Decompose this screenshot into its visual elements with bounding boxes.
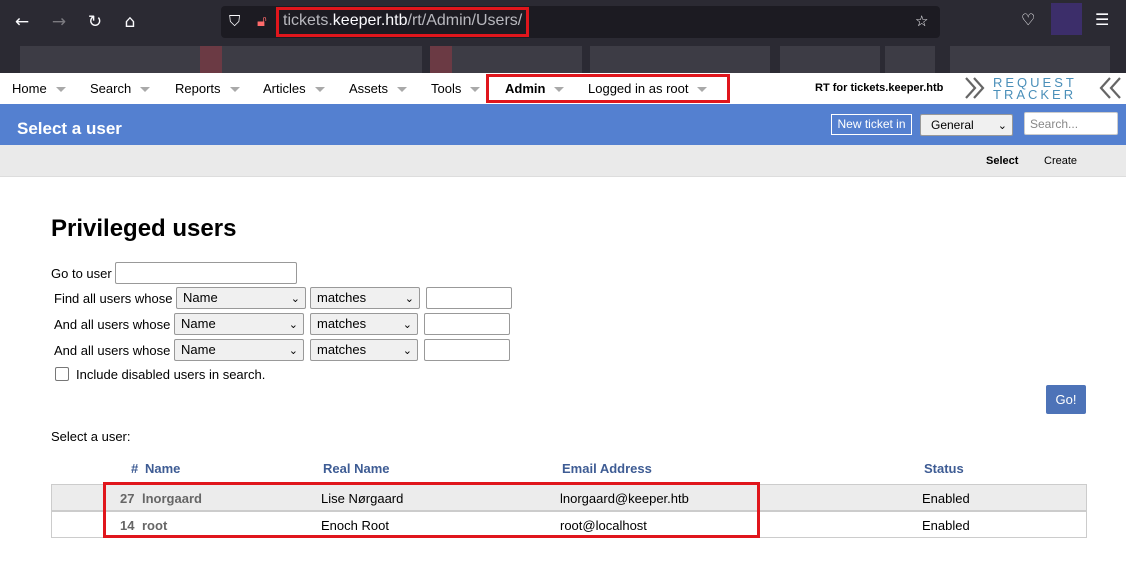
request-tracker-logo[interactable]: REQUEST TRACKER	[964, 75, 1124, 101]
menu-assets[interactable]: Assets	[349, 81, 408, 96]
filter-label: Find all users whose	[54, 291, 173, 306]
go-button[interactable]: Go!	[1046, 385, 1086, 414]
pocket-icon[interactable]: ♡	[1021, 10, 1035, 29]
bookmark-item[interactable]	[950, 46, 1110, 73]
reload-icon[interactable]: ↻	[83, 10, 107, 34]
menu-reports[interactable]: Reports	[175, 81, 240, 96]
bookmark-item[interactable]	[780, 46, 880, 73]
url-bar[interactable]: ⛉ 🔓︎ tickets.keeper.htb/rt/Admin/Users/ …	[221, 6, 940, 38]
go-to-user-input[interactable]	[115, 262, 297, 284]
admin-highlight-box	[486, 74, 730, 103]
tab-select[interactable]: Select	[986, 155, 1018, 167]
menu-search[interactable]: Search	[90, 81, 151, 96]
filter-op-select[interactable]: matches ⌄	[310, 339, 418, 361]
chevron-down-icon: ⌄	[290, 292, 300, 305]
bookmark-item[interactable]	[222, 46, 422, 73]
page-header: Select a user New ticket in General ⌄ Sea…	[0, 104, 1126, 145]
main-title: Privileged users	[51, 215, 237, 242]
url-text[interactable]: tickets.keeper.htb/rt/Admin/Users/	[283, 12, 522, 30]
caret-down-icon	[229, 87, 240, 93]
menu-articles[interactable]: Articles	[263, 81, 325, 96]
go-to-user-label: Go to user	[51, 266, 112, 281]
bookmark-item[interactable]	[452, 46, 582, 73]
chevron-down-icon: ⌄	[997, 119, 1007, 132]
filter-value-input[interactable]	[424, 313, 510, 335]
caret-down-icon	[470, 87, 481, 93]
filter-field-select[interactable]: Name ⌄	[174, 339, 304, 361]
menu-home[interactable]: Home	[12, 81, 66, 96]
rt-top-menu: Home Search Reports Articles Assets Tool…	[0, 73, 1126, 104]
chevron-down-icon: ⌄	[404, 292, 414, 305]
column-header-name[interactable]: Name	[145, 461, 180, 476]
caret-down-icon	[55, 87, 66, 93]
bookmark-item[interactable]	[885, 46, 935, 73]
column-header-status[interactable]: Status	[924, 461, 964, 476]
menu-tools[interactable]: Tools	[431, 81, 481, 96]
include-disabled-label: Include disabled users in search.	[76, 367, 266, 382]
bookmark-item[interactable]	[200, 46, 222, 73]
page-title: Select a user	[17, 119, 122, 138]
bookmark-item[interactable]	[20, 46, 200, 73]
page-subnav: Select Create	[0, 145, 1126, 177]
chevron-down-icon: ⌄	[402, 318, 412, 331]
bookmarks-bar	[0, 44, 1126, 73]
filter-value-input[interactable]	[426, 287, 512, 309]
caret-down-icon	[140, 87, 151, 93]
home-icon[interactable]: ⌂	[118, 10, 142, 34]
insecure-lock-icon[interactable]: 🔓︎	[257, 12, 267, 30]
user-status: Enabled	[922, 518, 970, 533]
bookmark-item[interactable]	[430, 46, 452, 73]
hamburger-menu-icon[interactable]: ☰	[1095, 10, 1109, 29]
filter-op-select[interactable]: matches ⌄	[310, 287, 420, 309]
shield-icon[interactable]: ⛉	[229, 12, 240, 30]
caret-down-icon	[314, 87, 325, 93]
chevron-down-icon: ⌄	[288, 318, 298, 331]
column-header-real-name[interactable]: Real Name	[323, 461, 389, 476]
bookmark-item[interactable]	[590, 46, 770, 73]
forward-arrow-icon[interactable]: →	[47, 10, 71, 34]
select-user-label: Select a user:	[51, 429, 131, 444]
filter-field-select[interactable]: Name ⌄	[174, 313, 304, 335]
chevron-down-icon: ⌄	[288, 344, 298, 357]
filter-label: And all users whose	[54, 317, 171, 332]
logo-word-tracker: TRACKER	[993, 87, 1077, 102]
user-status: Enabled	[922, 491, 970, 506]
include-disabled-checkbox[interactable]	[55, 367, 69, 381]
rt-instance-label: RT for tickets.keeper.htb	[815, 82, 944, 94]
filter-label: And all users whose	[54, 343, 171, 358]
profile-avatar[interactable]	[1051, 3, 1082, 35]
filter-value-input[interactable]	[424, 339, 510, 361]
queue-select[interactable]: General ⌄	[920, 114, 1013, 136]
column-header-id[interactable]: #	[131, 461, 138, 476]
new-ticket-button[interactable]: New ticket in	[831, 114, 912, 135]
tab-create[interactable]: Create	[1044, 155, 1077, 167]
caret-down-icon	[397, 87, 408, 93]
back-arrow-icon[interactable]: ←	[10, 10, 34, 34]
chevron-down-icon: ⌄	[402, 344, 412, 357]
header-search-input[interactable]: Search...	[1024, 112, 1118, 135]
filter-field-select[interactable]: Name ⌄	[176, 287, 306, 309]
rows-highlight-box	[103, 482, 760, 538]
bookmark-star-icon[interactable]: ☆	[915, 12, 928, 30]
column-header-email[interactable]: Email Address	[562, 461, 652, 476]
browser-toolbar: ← → ↻ ⌂ ⛉ 🔓︎ tickets.keeper.htb/rt/Admin…	[0, 0, 1126, 44]
filter-op-select[interactable]: matches ⌄	[310, 313, 418, 335]
